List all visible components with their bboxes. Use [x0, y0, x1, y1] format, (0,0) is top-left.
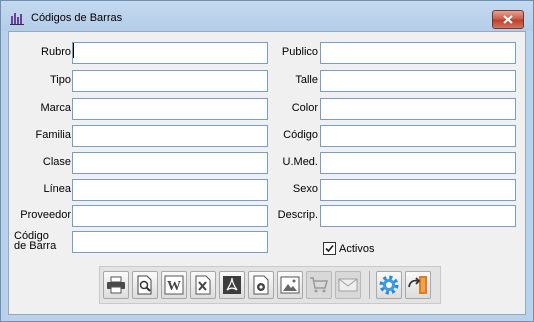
rubro-input[interactable] — [72, 42, 268, 64]
label-proveedor: Proveedor — [20, 209, 71, 221]
label-codigo-barra: Código de Barra — [14, 231, 57, 252]
export-pdf-button[interactable] — [219, 271, 245, 299]
label-sexo: Sexo — [292, 183, 318, 195]
image-icon — [280, 276, 300, 294]
sexo-input[interactable] — [320, 179, 516, 201]
close-button[interactable] — [492, 10, 524, 29]
email-button[interactable] — [335, 271, 361, 299]
label-clase: Clase — [42, 156, 71, 168]
activos-checkbox-group[interactable]: Activos — [323, 242, 374, 255]
excel-icon — [195, 275, 211, 295]
activos-label: Activos — [339, 242, 375, 255]
text-caret — [73, 43, 74, 58]
label-color: Color — [291, 102, 318, 114]
linea-input[interactable] — [72, 179, 268, 201]
export-odt-button[interactable] — [248, 271, 274, 299]
export-excel-button[interactable] — [190, 271, 216, 299]
tipo-input[interactable] — [72, 70, 268, 92]
label-familia: Familia — [35, 129, 71, 141]
cart-icon — [310, 277, 328, 293]
print-button[interactable] — [103, 271, 129, 299]
export-toolbar: W — [99, 266, 441, 304]
word-icon: W — [164, 275, 184, 295]
label-tipo: Tipo — [50, 74, 71, 86]
label-descrip: Descrip. — [277, 209, 318, 221]
descrip-input[interactable] — [320, 205, 516, 227]
window: Códigos de Barras Rubro Tipo Marca Famil… — [0, 0, 534, 322]
printer-icon — [107, 276, 125, 294]
print-preview-button[interactable] — [132, 271, 158, 299]
label-umed: U.Med. — [282, 156, 318, 168]
color-input[interactable] — [320, 98, 516, 120]
close-icon — [503, 15, 513, 24]
label-codigo-barra-line2: de Barra — [14, 240, 57, 252]
label-publico: Publico — [281, 46, 318, 58]
label-codigo: Código — [283, 129, 318, 141]
bar-chart-icon — [10, 13, 24, 25]
toolbar-separator — [369, 271, 370, 299]
talle-input[interactable] — [320, 70, 516, 92]
export-image-button[interactable] — [277, 271, 303, 299]
title-bar[interactable]: Códigos de Barras — [1, 1, 533, 31]
pdf-icon — [223, 276, 241, 294]
label-marca: Marca — [40, 102, 71, 114]
svg-text:W: W — [167, 279, 181, 294]
publico-input[interactable] — [320, 42, 516, 64]
export-word-button[interactable]: W — [161, 271, 187, 299]
proveedor-input[interactable] — [72, 205, 268, 227]
exit-door-icon — [408, 276, 427, 294]
codigo-input[interactable] — [320, 125, 516, 147]
label-linea: Línea — [43, 183, 71, 195]
clase-input[interactable] — [72, 152, 268, 174]
open-office-icon — [253, 275, 269, 295]
cart-button[interactable] — [306, 271, 332, 299]
familia-input[interactable] — [72, 125, 268, 147]
umed-input[interactable] — [320, 152, 516, 174]
email-icon — [338, 278, 358, 292]
print-preview-icon — [137, 275, 152, 295]
checkmark-icon — [325, 244, 334, 253]
activos-checkbox[interactable] — [323, 242, 336, 255]
label-rubro: Rubro — [41, 46, 71, 58]
exit-button[interactable] — [405, 271, 431, 299]
settings-button[interactable] — [376, 271, 402, 299]
window-title: Códigos de Barras — [31, 12, 123, 24]
codigo-barra-input[interactable] — [72, 231, 268, 253]
marca-input[interactable] — [72, 98, 268, 120]
settings-gear-icon — [379, 275, 399, 295]
label-talle: Talle — [295, 74, 318, 86]
